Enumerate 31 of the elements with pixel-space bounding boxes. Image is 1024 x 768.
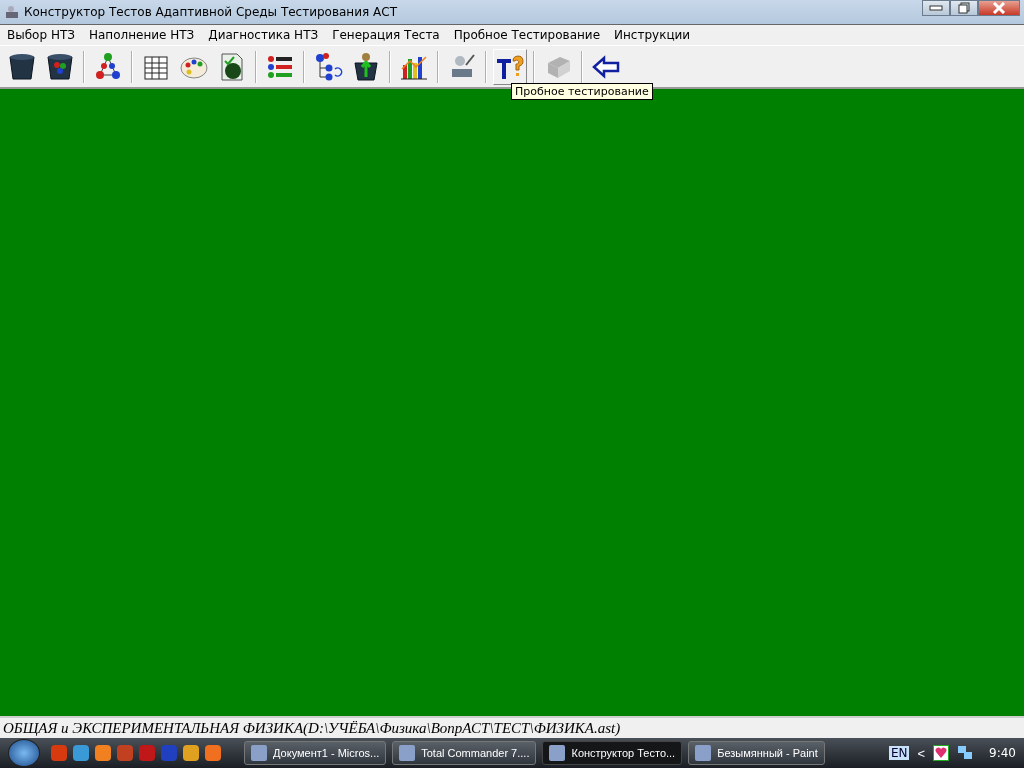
app-icon [4,4,20,20]
taskbar-button[interactable]: Total Commander 7.... [392,741,537,765]
quick-launch-icon[interactable] [205,745,221,761]
close-icon [992,2,1006,14]
taskbar-button[interactable]: Безымянный - Paint [688,741,825,765]
restore-button[interactable] [950,0,978,16]
start-button[interactable] [8,739,40,767]
window-title: Конструктор Тестов Адаптивной Среды Тестирования АСТ [24,5,397,19]
menu-item[interactable]: Наполнение НТЗ [81,28,202,42]
quick-launch-icon[interactable] [95,745,111,761]
minimize-icon [929,5,943,11]
network-icon[interactable] [957,745,974,761]
quick-launch-icon[interactable] [183,745,199,761]
menu-item[interactable]: Генерация Теста [325,28,447,42]
language-indicator[interactable]: EN [888,746,910,760]
menu-item[interactable]: Выбор НТЗ [0,28,82,42]
restore-icon [958,2,970,14]
heart-icon[interactable] [933,745,950,761]
toolbar-button[interactable] [493,48,527,85]
menu-item[interactable]: Инструкции [607,28,698,42]
close-button[interactable] [978,0,1020,16]
status-bar: ОБЩАЯ и ЭКСПЕРИМЕНТАЛЬНАЯ ФИЗИКА(D:\УЧЁБА\Физика\ВопрАСТ\ТЕСТ\ФИЗИКА.ast) [0,716,1024,738]
taskbar-button[interactable]: Конструктор Тесто... [542,741,683,765]
clock[interactable]: 9:40 [989,746,1016,760]
menu-item[interactable]: Диагностика НТЗ [201,28,326,42]
menu-item[interactable]: Пробное Тестирование [446,28,607,42]
quick-launch-icon[interactable] [73,745,89,761]
tooltip: Пробное тестирование [511,83,653,100]
minimize-button[interactable] [922,0,950,16]
tray-expand-button[interactable]: < [917,745,926,761]
taskbar-button[interactable]: Документ1 - Micros... [244,741,387,765]
